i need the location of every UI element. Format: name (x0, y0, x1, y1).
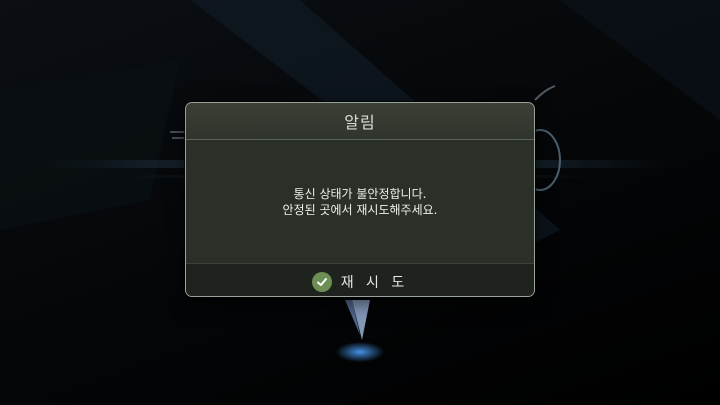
dialog-message-line-1: 통신 상태가 불안정합니다. (293, 186, 427, 201)
retry-label: 재 시 도 (340, 274, 409, 291)
dialog-header: 알림 (186, 103, 534, 140)
dialog-message-line-2: 안정된 곳에서 재시도해주세요. (282, 202, 438, 217)
check-circle-icon (311, 271, 332, 292)
background-stage: 알림 통신 상태가 불안정합니다. 안정된 곳에서 재시도해주세요. 재 시 도 (0, 0, 720, 405)
dialog-body: 통신 상태가 불안정합니다. 안정된 곳에서 재시도해주세요. (186, 140, 534, 263)
retry-button[interactable]: 재 시 도 (311, 271, 409, 292)
dialog-footer: 재 시 도 (186, 263, 534, 296)
dialog-title: 알림 (344, 113, 376, 132)
alert-dialog: 알림 통신 상태가 불안정합니다. 안정된 곳에서 재시도해주세요. 재 시 도 (185, 102, 535, 297)
